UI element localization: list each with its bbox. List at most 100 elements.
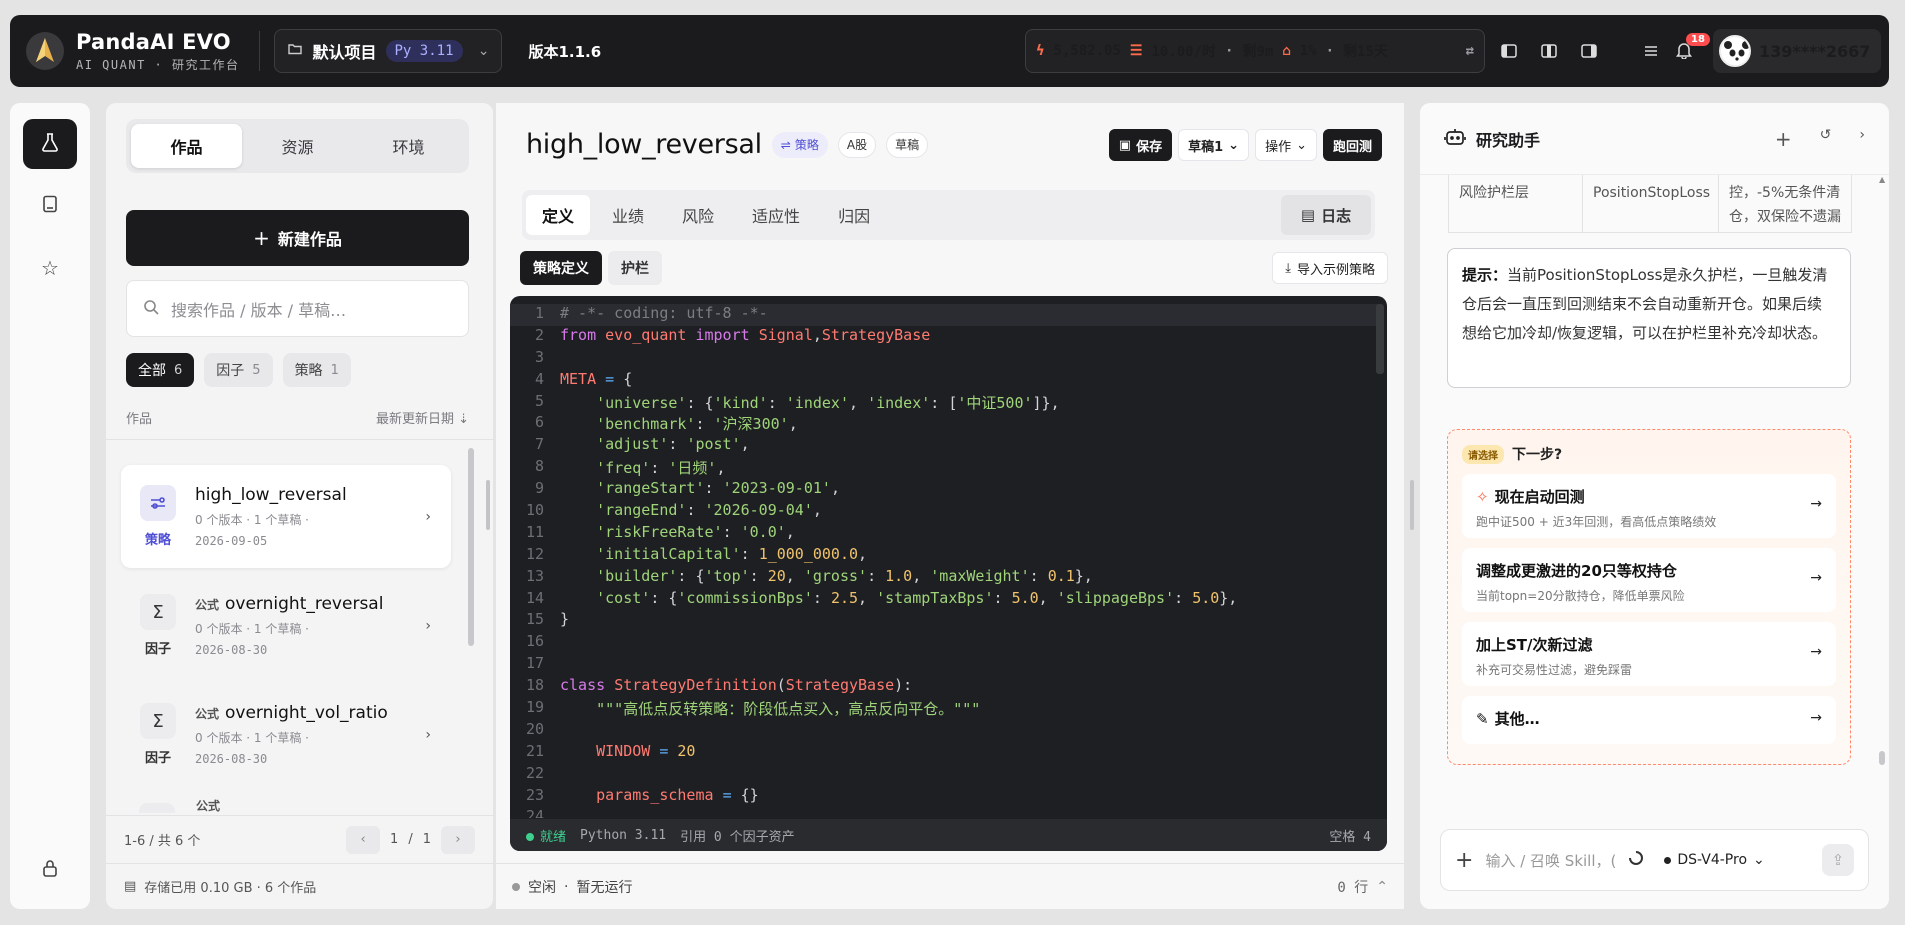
code-line[interactable]: 10 'rangeEnd': '2026-09-04', (510, 501, 1380, 523)
chat-composer[interactable]: + 输入 / 召唤 Skill，( DS-V4-Pro ⌄ ⇪ (1440, 829, 1869, 891)
layout-left-icon[interactable] (1497, 39, 1521, 63)
filter-all[interactable]: 全部 6 (126, 353, 195, 387)
run-backtest-button[interactable]: 跑回测 (1322, 129, 1382, 161)
indent-setting[interactable]: 空格 4 (1329, 826, 1371, 845)
code-line[interactable]: 4 META = { (510, 370, 1380, 392)
save-label: 保存 (1136, 139, 1163, 155)
sort-control[interactable]: 最新更新日期 ⇣ (376, 408, 469, 427)
list-item[interactable]: Σ 因子 公式 overnight_reversal 0 个版本 · 1 个草稿 … (121, 574, 451, 677)
rail-docs[interactable] (23, 181, 77, 231)
chevron-up-icon[interactable]: ⌃ (1376, 879, 1388, 895)
composer-placeholder[interactable]: 输入 / 召唤 Skill，( (1485, 850, 1616, 871)
tab-performance[interactable]: 业绩 (596, 195, 660, 235)
code-line[interactable]: 24 (510, 807, 1380, 818)
code-line[interactable]: 17 (510, 654, 1380, 676)
page-separator: / (408, 832, 413, 847)
code-line[interactable]: 18 class StrategyDefinition(StrategyBase)… (510, 676, 1380, 698)
code-line[interactable]: 21 WINDOW = 20 (510, 742, 1380, 764)
rail-lab[interactable] (23, 119, 77, 169)
formula-tag: 公式 (195, 706, 220, 721)
code-line[interactable]: 15} (510, 610, 1380, 632)
next-page-button[interactable]: › (441, 825, 475, 854)
chevron-right-icon[interactable]: › (1859, 127, 1865, 151)
code-line[interactable]: 13 'builder': {'top': 20, 'gross': 1.0, … (510, 567, 1380, 589)
model-selector[interactable]: DS-V4-Pro ⌄ (1664, 852, 1765, 868)
option-st-filter[interactable]: 加上ST/次新过滤 补充可交易性过滤，避免踩雷 → (1462, 622, 1836, 686)
status-dot (526, 832, 534, 841)
rail-lock[interactable] (23, 845, 77, 895)
code-line[interactable]: 20 (510, 720, 1380, 742)
list-item[interactable]: 策略 high_low_reversal 0 个版本 · 1 个草稿 · 202… (121, 465, 451, 568)
bell-icon[interactable]: 18 (1676, 33, 1710, 65)
code-line[interactable]: 19 """高低点反转策略：阶段低点买入，高点反向平仓。""" (510, 698, 1380, 720)
tab-strategy-definition[interactable]: 策略定义 (520, 251, 602, 285)
code-line[interactable]: 5 'universe': {'kind': 'index', 'index':… (510, 392, 1380, 414)
history-icon[interactable]: ↺ (1820, 127, 1832, 151)
tab-resources[interactable]: 资源 (242, 124, 353, 168)
tab-adaptability[interactable]: 适应性 (736, 195, 816, 235)
list-item-partial: Σ 公式 (139, 791, 469, 813)
send-button[interactable]: ⇪ (1822, 844, 1854, 876)
list-item[interactable]: Σ 因子 公式 overnight_vol_ratio 0 个版本 · 1 个草稿… (121, 683, 451, 786)
filter-factor[interactable]: 因子 5 (204, 353, 273, 387)
project-selector[interactable]: 默认项目 Py 3.11 ⌄ (274, 29, 503, 73)
new-work-button[interactable]: + 新建作品 (126, 210, 469, 266)
tab-environment[interactable]: 环境 (353, 124, 464, 168)
option-start-backtest[interactable]: ✧ 现在启动回测 跑中证500 + 近3年回测，看高低点策略绩效 → (1462, 474, 1836, 538)
tab-definition[interactable]: 定义 (526, 195, 591, 235)
code-lines[interactable]: 1 # -*- coding: utf-8 -*- 2 from evo_quant … (510, 304, 1380, 818)
resize-handle[interactable] (1410, 480, 1414, 530)
code-line[interactable]: 16 (510, 632, 1380, 654)
option-aggressive-holdings[interactable]: 调整成更激进的20只等权持仓 当前topn=20分散持仓，降低单票风险 → (1462, 548, 1836, 612)
assistant-scrollbar[interactable]: ▲ (1879, 175, 1885, 765)
option-other[interactable]: ✎ 其他… → (1462, 696, 1836, 744)
tab-attribution[interactable]: 归因 (822, 195, 886, 235)
log-button[interactable]: ▤ 日志 (1281, 195, 1371, 235)
credits-value: 5,582.05 (1053, 43, 1121, 59)
tab-guardrails[interactable]: 护栏 (608, 251, 662, 285)
code-line[interactable]: 8 'freq': '日频', (510, 457, 1380, 479)
code-line[interactable]: 9 'rangeStart': '2023-09-01', (510, 479, 1380, 501)
sort-icon: ⇣ (458, 412, 469, 427)
code-line[interactable]: 7 'adjust': 'post', (510, 435, 1380, 457)
code-line[interactable]: 11 'riskFreeRate': '0.0', (510, 523, 1380, 545)
line-code: 'cost': {'commissionBps': 2.5, 'stampTax… (596, 588, 1238, 607)
code-editor[interactable]: 1 # -*- coding: utf-8 -*- 2 from evo_quant … (510, 296, 1387, 851)
code-line[interactable]: 1 # -*- coding: utf-8 -*- (510, 304, 1380, 326)
plus-icon[interactable]: + (1775, 127, 1792, 151)
rail-favorites[interactable]: ☆ (23, 243, 77, 293)
code-line[interactable]: 22 (510, 764, 1380, 786)
code-line[interactable]: 3 (510, 348, 1380, 370)
tab-works[interactable]: 作品 (131, 124, 242, 168)
user-menu[interactable]: 139****2667 (1713, 29, 1881, 73)
search-input[interactable]: 搜索作品 / 版本 / 草稿… (126, 280, 469, 337)
layout-toggles (1497, 39, 1663, 63)
usage-stats[interactable]: ϟ 5,582.05 ☰ 10.00/时 · 剩9m ⌂ 1% · 剩15天 ⇄ (1025, 29, 1485, 73)
prev-page-button[interactable]: ‹ (346, 825, 381, 854)
sliders-icon[interactable]: ⇄ (1466, 43, 1474, 59)
divider (106, 439, 493, 440)
code-line[interactable]: 2 from evo_quant import Signal,StrategyBa… (510, 326, 1380, 348)
page-title: high_low_reversal (526, 129, 762, 160)
layout-right-icon[interactable] (1577, 39, 1601, 63)
tab-risk[interactable]: 风险 (666, 195, 730, 235)
plus-icon[interactable]: + (1455, 848, 1473, 873)
filter-strategy[interactable]: 策略 1 (282, 353, 351, 387)
code-line[interactable]: 23 params_schema = {} (510, 786, 1380, 808)
operations-menu[interactable]: 操作 ⌄ (1255, 129, 1317, 161)
editor-scrollbar[interactable] (1376, 304, 1384, 374)
layout-center-icon[interactable] (1537, 39, 1561, 63)
storage-info: ▤ 存储已用 0.10 GB · 6 个作品 (106, 863, 493, 909)
resize-handle[interactable] (486, 480, 490, 530)
list-scrollbar[interactable] (468, 448, 474, 646)
save-button[interactable]: ▣ 保存 (1108, 129, 1173, 161)
code-line[interactable]: 14 'cost': {'commissionBps': 2.5, 'stamp… (510, 589, 1380, 611)
draft-selector[interactable]: 草稿1 ⌄ (1178, 129, 1250, 161)
new-work-label: 新建作品 (277, 230, 342, 249)
import-example-button[interactable]: ⤓ 导入示例策略 (1272, 252, 1388, 284)
task-list-icon[interactable] (1639, 39, 1663, 63)
code-line[interactable]: 6 'benchmark': '沪深300', (510, 413, 1380, 435)
divider (259, 31, 261, 71)
code-line[interactable]: 12 'initialCapital': 1_000_000.0, (510, 545, 1380, 567)
